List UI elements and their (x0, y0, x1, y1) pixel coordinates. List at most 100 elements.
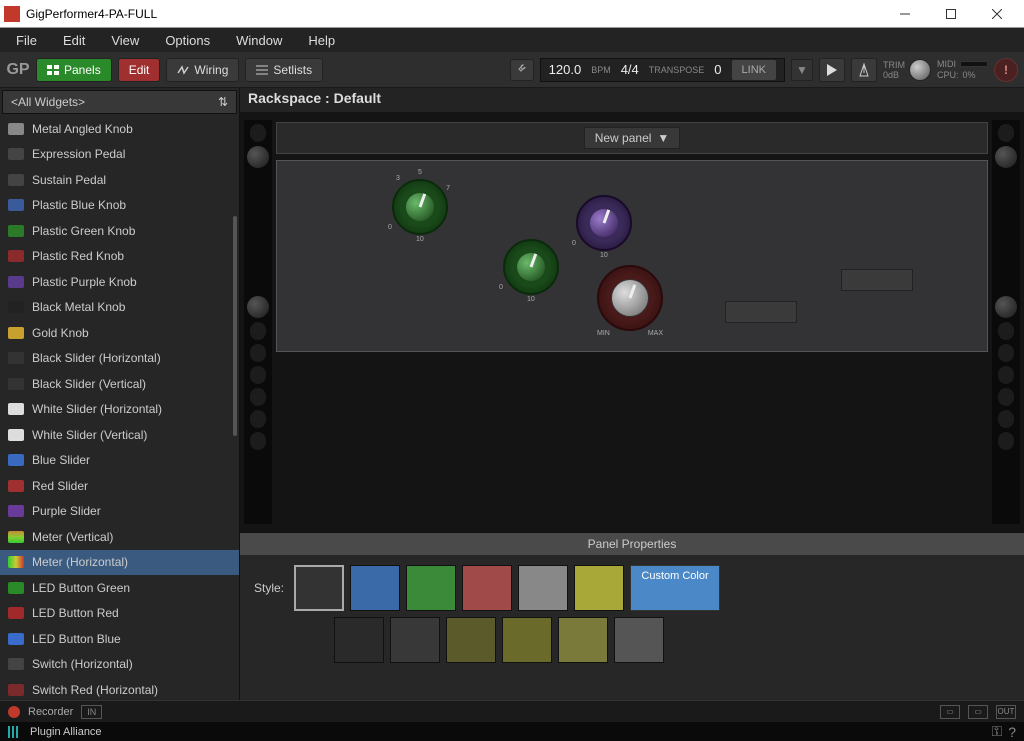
widget-item-gold-knob[interactable]: Gold Knob (0, 320, 239, 346)
widget-category-select[interactable]: <All Widgets> ⇅ (2, 90, 237, 114)
widget-item-label: Purple Slider (32, 504, 101, 518)
widget-item-plastic-green-knob[interactable]: Plastic Green Knob (0, 218, 239, 244)
texture-swatch[interactable] (390, 617, 440, 663)
widget-item-black-slider-horizontal-[interactable]: Black Slider (Horizontal) (0, 346, 239, 372)
widget-icon (8, 378, 24, 390)
scrollbar[interactable] (233, 216, 237, 436)
color-swatch[interactable] (406, 565, 456, 611)
layout-icon-2[interactable]: ▭ (968, 705, 988, 719)
widget-icon (8, 327, 24, 339)
help-icon[interactable]: ? (1008, 724, 1016, 740)
menu-item-help[interactable]: Help (296, 30, 347, 51)
widget-item-blue-slider[interactable]: Blue Slider (0, 448, 239, 474)
close-button[interactable] (974, 0, 1020, 28)
rack-area[interactable]: New panel ▼ 0 10 7 3 5 (240, 112, 1024, 532)
rack-panel-body[interactable]: 0 10 7 3 5 0 10 (276, 160, 988, 352)
wiring-label: Wiring (194, 63, 228, 77)
metronome-button[interactable] (851, 58, 877, 82)
green-knob-1[interactable]: 0 10 7 3 5 (392, 179, 448, 235)
app-icon (4, 6, 20, 22)
texture-swatch[interactable] (502, 617, 552, 663)
color-swatch[interactable] (518, 565, 568, 611)
widget-item-red-slider[interactable]: Red Slider (0, 473, 239, 499)
swatch-grid: Custom Color (294, 565, 720, 663)
panels-button[interactable]: Panels (36, 58, 112, 82)
out-badge[interactable]: OUT (996, 705, 1016, 719)
new-panel-button[interactable]: New panel ▼ (584, 127, 681, 149)
widget-item-switch-red-horizontal-[interactable]: Switch Red (Horizontal) (0, 677, 239, 700)
menu-item-window[interactable]: Window (224, 30, 294, 51)
setlists-button[interactable]: Setlists (245, 58, 323, 82)
wiring-button[interactable]: Wiring (166, 58, 239, 82)
transport-display[interactable]: 120.0 BPM 4/4 TRANSPOSE 0 LINK (540, 58, 785, 82)
widget-item-black-metal-knob[interactable]: Black Metal Knob (0, 295, 239, 321)
menu-item-options[interactable]: Options (153, 30, 222, 51)
widget-icon (8, 582, 24, 594)
menu-item-view[interactable]: View (99, 30, 151, 51)
widget-item-plastic-blue-knob[interactable]: Plastic Blue Knob (0, 193, 239, 219)
play-button[interactable] (819, 58, 845, 82)
widget-list[interactable]: Metal Angled KnobExpression PedalSustain… (0, 116, 239, 700)
key-icon[interactable]: ⚿ (992, 723, 1003, 740)
menu-item-edit[interactable]: Edit (51, 30, 97, 51)
panels-label: Panels (64, 63, 101, 77)
color-swatch[interactable] (294, 565, 344, 611)
widget-item-white-slider-vertical-[interactable]: White Slider (Vertical) (0, 422, 239, 448)
purple-knob[interactable]: 0 10 (576, 195, 632, 251)
layout-icon-1[interactable]: ▭ (940, 705, 960, 719)
time-signature[interactable]: 4/4 (621, 62, 639, 77)
widget-item-label: Plastic Red Knob (32, 249, 124, 263)
trim-knob-icon[interactable] (909, 59, 931, 81)
texture-swatch[interactable] (558, 617, 608, 663)
widget-item-metal-angled-knob[interactable]: Metal Angled Knob (0, 116, 239, 142)
transport-dropdown[interactable]: ▼ (791, 59, 813, 81)
widget-item-label: Switch (Horizontal) (32, 657, 133, 671)
widget-item-plastic-purple-knob[interactable]: Plastic Purple Knob (0, 269, 239, 295)
widget-icon (8, 454, 24, 466)
green-knob-2[interactable]: 0 10 (503, 239, 559, 295)
widget-item-purple-slider[interactable]: Purple Slider (0, 499, 239, 525)
metal-knob[interactable]: MIN MAX (597, 265, 663, 331)
knob-max-label: MAX (648, 330, 663, 337)
wrench-icon (515, 63, 529, 77)
trim-control[interactable]: TRIM 0dB (883, 59, 931, 81)
texture-swatch[interactable] (446, 617, 496, 663)
transpose-value[interactable]: 0 (714, 62, 721, 77)
widget-item-label: White Slider (Horizontal) (32, 402, 162, 416)
maximize-button[interactable] (928, 0, 974, 28)
widget-item-label: Plastic Blue Knob (32, 198, 126, 212)
link-button[interactable]: LINK (732, 60, 776, 80)
texture-swatch[interactable] (614, 617, 664, 663)
recorder-label[interactable]: Recorder (28, 706, 73, 718)
settings-wrench-button[interactable] (510, 59, 534, 81)
texture-swatch[interactable] (334, 617, 384, 663)
record-indicator-icon[interactable] (8, 706, 20, 718)
widget-item-led-button-blue[interactable]: LED Button Blue (0, 626, 239, 652)
color-swatch[interactable] (350, 565, 400, 611)
edit-button[interactable]: Edit (118, 58, 161, 82)
widget-item-label: Red Slider (32, 479, 88, 493)
color-swatch[interactable] (574, 565, 624, 611)
widget-item-meter-horizontal-[interactable]: Meter (Horizontal) (0, 550, 239, 576)
widget-item-plastic-red-knob[interactable]: Plastic Red Knob (0, 244, 239, 270)
widget-icon (8, 684, 24, 696)
widget-item-black-slider-vertical-[interactable]: Black Slider (Vertical) (0, 371, 239, 397)
widget-icon (8, 556, 24, 568)
bpm-value[interactable]: 120.0 (549, 62, 582, 77)
widget-item-expression-pedal[interactable]: Expression Pedal (0, 142, 239, 168)
widget-item-white-slider-horizontal-[interactable]: White Slider (Horizontal) (0, 397, 239, 423)
in-badge[interactable]: IN (81, 705, 102, 719)
custom-color-button[interactable]: Custom Color (630, 565, 720, 611)
widget-item-led-button-green[interactable]: LED Button Green (0, 575, 239, 601)
menu-item-file[interactable]: File (4, 30, 49, 51)
color-swatch[interactable] (462, 565, 512, 611)
led-widget-2[interactable] (841, 269, 913, 291)
panic-button[interactable]: ! (994, 58, 1018, 82)
widget-item-led-button-red[interactable]: LED Button Red (0, 601, 239, 627)
widget-item-sustain-pedal[interactable]: Sustain Pedal (0, 167, 239, 193)
widget-item-switch-horizontal-[interactable]: Switch (Horizontal) (0, 652, 239, 678)
widget-item-meter-vertical-[interactable]: Meter (Vertical) (0, 524, 239, 550)
led-widget-1[interactable] (725, 301, 797, 323)
minimize-button[interactable] (882, 0, 928, 28)
metronome-icon (858, 63, 870, 77)
